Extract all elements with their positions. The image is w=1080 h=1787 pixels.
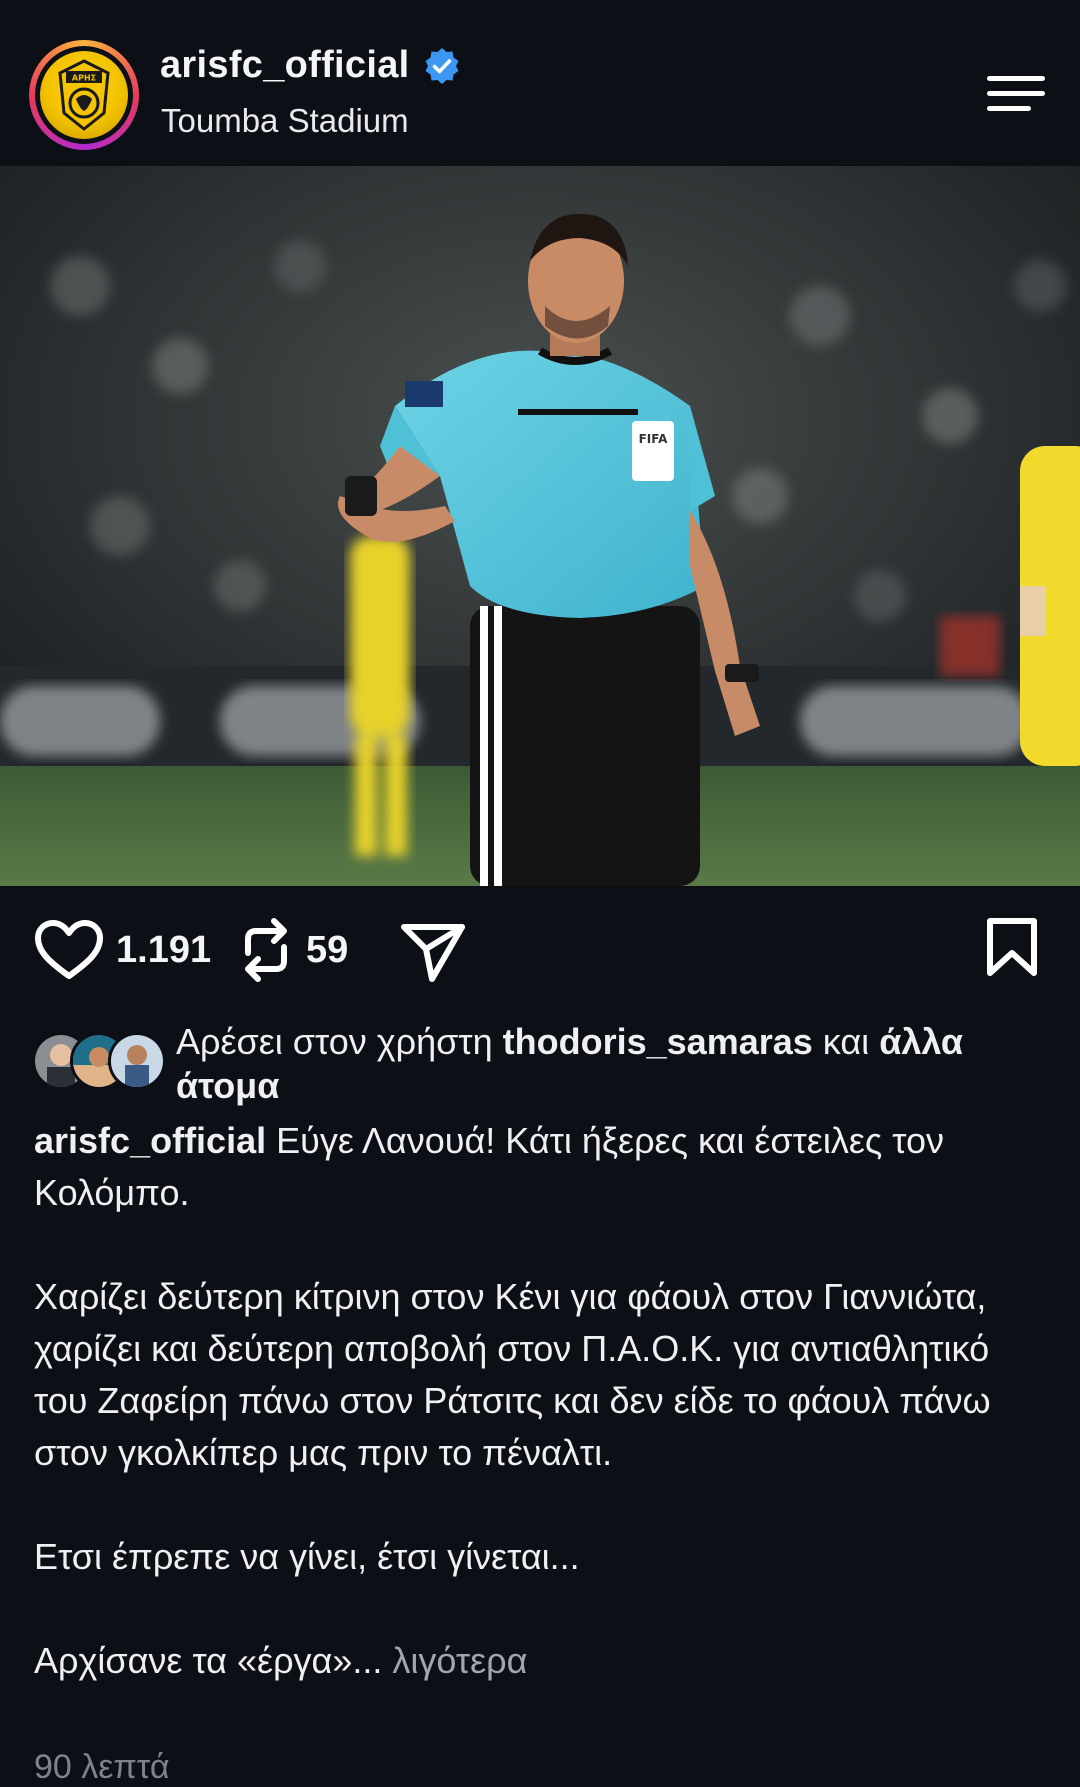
repost-count[interactable]: 59	[306, 929, 348, 972]
likes-prefix: Αρέσει στον χρήστη	[176, 1021, 493, 1062]
liker-avatars	[32, 1032, 166, 1090]
liker-username[interactable]: thodoris_samaras	[503, 1021, 813, 1062]
verified-badge-icon	[425, 47, 458, 84]
post-caption: arisfc_official Εύγε Λανουά! Κάτι ήξερες…	[34, 1115, 1044, 1687]
svg-text:FIFA: FIFA	[639, 432, 668, 446]
show-less-link[interactable]: λιγότερα	[392, 1640, 527, 1681]
like-count[interactable]: 1.191	[116, 929, 211, 972]
svg-text:ΑΡΗΣ: ΑΡΗΣ	[72, 74, 96, 83]
send-icon	[401, 924, 465, 982]
likes-connector: και	[822, 1021, 870, 1062]
avatar	[108, 1032, 166, 1090]
caption-para3: Ετσι έπρεπε να γίνει, έτσι γίνεται...	[34, 1536, 580, 1577]
share-button[interactable]	[400, 921, 466, 983]
heart-icon	[35, 920, 103, 979]
caption-para4: Αρχίσανε τα «έργα»...	[34, 1640, 383, 1681]
post-header: ΑΡΗΣ arisfc_official Toumba Stadium	[0, 0, 1080, 166]
post-actions: 1.191 59	[0, 905, 1080, 995]
like-button[interactable]: 1.191	[34, 919, 211, 981]
post-location[interactable]: Toumba Stadium	[161, 102, 409, 140]
more-options-icon[interactable]	[987, 76, 1047, 112]
repost-icon	[245, 918, 287, 982]
profile-avatar[interactable]: ΑΡΗΣ	[29, 40, 139, 150]
save-button[interactable]	[986, 917, 1038, 977]
caption-author[interactable]: arisfc_official	[34, 1120, 266, 1161]
repost-button[interactable]: 59	[238, 917, 348, 983]
caption-para2: Χαρίζει δεύτερη κίτρινη στον Κένι για φά…	[34, 1276, 991, 1473]
club-logo-icon: ΑΡΗΣ	[40, 51, 128, 139]
post-image[interactable]: FIFA	[0, 166, 1080, 886]
post-username[interactable]: arisfc_official	[160, 44, 410, 87]
bookmark-icon	[987, 918, 1037, 976]
